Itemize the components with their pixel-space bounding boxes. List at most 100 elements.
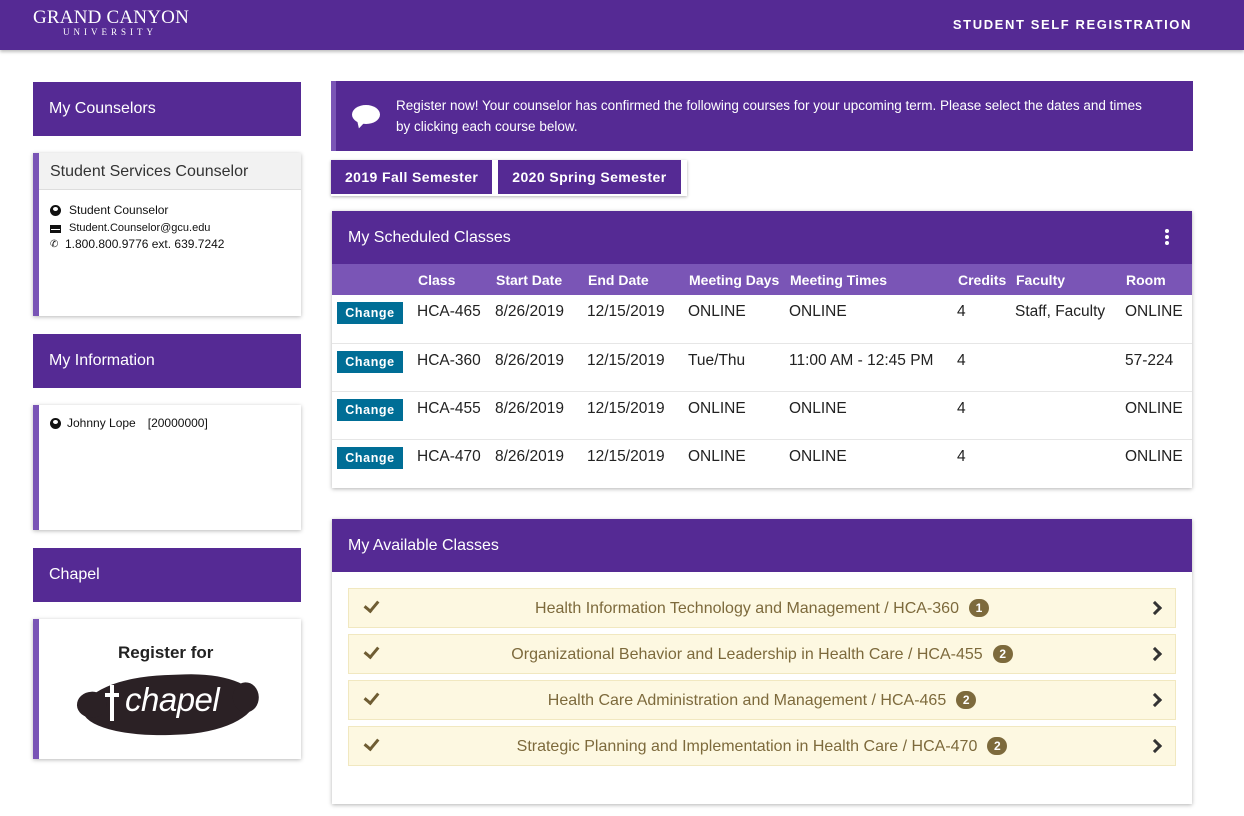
- scheduled-classes-table: Class Start Date End Date Meeting Days M…: [332, 264, 1192, 487]
- column-header: Faculty: [1016, 271, 1066, 288]
- gcu-logo[interactable]: GRAND CANYON UNIVERSITY: [33, 8, 193, 37]
- start-date-cell: 8/26/2019: [495, 447, 564, 465]
- meeting-times-cell: 11:00 AM - 12:45 PM: [789, 343, 957, 392]
- envelope-icon: [50, 224, 61, 233]
- information-card: Johnny Lope [20000000]: [33, 405, 301, 530]
- counselor-card-title: Student Services Counselor: [39, 153, 301, 190]
- meeting-days-cell: ONLINE: [688, 391, 789, 440]
- scheduled-classes-title: My Scheduled Classes: [348, 229, 511, 246]
- chapel-card[interactable]: Register for chapel: [33, 619, 301, 759]
- meeting-days-cell: Tue/Thu: [688, 343, 789, 392]
- user-icon: [50, 417, 61, 429]
- page-title: STUDENT SELF REGISTRATION: [952, 17, 1192, 32]
- faculty-cell: [1015, 391, 1125, 440]
- change-button[interactable]: Change: [337, 350, 403, 373]
- class-cell: HCA-360: [417, 343, 495, 392]
- faculty-cell: [1015, 343, 1125, 392]
- logo-sub-text: UNIVERSITY: [63, 27, 157, 37]
- available-class-title: Health Care Administration and Managemen…: [547, 692, 947, 709]
- registration-notice: Register now! Your counselor has confirm…: [331, 81, 1193, 151]
- chapel-heading: Chapel: [33, 548, 301, 602]
- phone-icon: ✆: [50, 238, 59, 250]
- credits-cell: 4: [957, 295, 1015, 344]
- start-date-cell: 8/26/2019: [495, 343, 587, 392]
- credits-cell: 4: [957, 391, 1015, 440]
- meeting-times-cell: ONLINE: [789, 447, 847, 465]
- available-classes-panel: My Available Classes Health Information …: [332, 519, 1192, 804]
- end-date-cell: 12/15/2019: [587, 447, 665, 465]
- counselor-phone-line: ✆ 1.800.800.9776 ext. 639.7242: [39, 237, 301, 251]
- chapel-logo-word: chapel: [125, 681, 220, 718]
- my-counselors-heading: My Counselors: [33, 82, 301, 136]
- available-class-title-wrap: Health Information Technology and Manage…: [349, 589, 1175, 629]
- available-class-title: Health Information Technology and Manage…: [535, 600, 959, 617]
- counselor-name: Student Counselor: [69, 203, 169, 217]
- counselor-name-line: Student Counselor: [39, 203, 301, 217]
- available-class-title-wrap: Strategic Planning and Implementation in…: [349, 727, 1175, 767]
- available-classes-heading: My Available Classes: [332, 519, 1192, 572]
- room-cell: ONLINE: [1125, 295, 1192, 344]
- faculty-cell: [1015, 439, 1125, 487]
- table-row: Change HCA-455 8/26/2019 12/15/2019 ONLI…: [332, 391, 1192, 440]
- room-cell: 57-224: [1125, 343, 1192, 392]
- section-count-badge: 1: [968, 598, 989, 617]
- start-date-cell: 8/26/2019: [495, 391, 587, 440]
- available-class-title: Strategic Planning and Implementation in…: [516, 738, 978, 755]
- student-name: Johnny Lope: [67, 416, 136, 430]
- start-date-cell: 8/26/2019: [495, 295, 587, 344]
- column-header: End Date: [588, 271, 649, 288]
- user-icon: [50, 204, 61, 216]
- table-row: Change HCA-360 8/26/2019 12/15/2019 Tue/…: [332, 343, 1192, 392]
- class-cell: HCA-455: [417, 391, 495, 440]
- counselor-phone: 1.800.800.9776 ext. 639.7242: [65, 237, 225, 251]
- student-id: [20000000]: [147, 416, 208, 430]
- class-cell: HCA-470: [417, 447, 481, 465]
- table-header-row: Class Start Date End Date Meeting Days M…: [332, 264, 1192, 295]
- change-button[interactable]: Change: [337, 446, 403, 469]
- change-button[interactable]: Change: [337, 302, 403, 324]
- available-class-title: Organizational Behavior and Leadership i…: [511, 646, 983, 663]
- tab-2020-spring[interactable]: 2020 Spring Semester: [498, 160, 681, 194]
- room-cell: ONLINE: [1125, 391, 1192, 440]
- column-header: Meeting Times: [790, 271, 887, 288]
- comment-icon: [350, 103, 384, 130]
- student-line: Johnny Lope [20000000]: [39, 416, 301, 430]
- table-row: Change HCA-470 8/26/2019 12/15/2019 ONLI…: [332, 439, 1192, 487]
- column-header: Class: [418, 271, 456, 288]
- faculty-cell: Staff, Faculty: [1015, 295, 1125, 344]
- semester-tabs: 2019 Fall Semester 2020 Spring Semester: [331, 160, 687, 196]
- available-class-item[interactable]: Health Information Technology and Manage…: [348, 588, 1176, 628]
- meeting-times-cell: ONLINE: [789, 295, 957, 344]
- tab-2019-fall[interactable]: 2019 Fall Semester: [331, 160, 493, 194]
- credits-cell: 4: [957, 343, 1015, 392]
- meeting-times-cell: ONLINE: [789, 391, 957, 440]
- available-class-item[interactable]: Health Care Administration and Managemen…: [348, 680, 1176, 720]
- room-cell: ONLINE: [1125, 447, 1183, 465]
- credits-cell: 4: [957, 447, 966, 465]
- available-class-item[interactable]: Strategic Planning and Implementation in…: [348, 726, 1176, 766]
- column-header: Meeting Days: [689, 271, 780, 288]
- column-header: Room: [1126, 271, 1166, 288]
- end-date-cell: 12/15/2019: [587, 343, 688, 392]
- change-button[interactable]: Change: [337, 398, 403, 421]
- available-classes-list: Health Information Technology and Manage…: [332, 572, 1192, 766]
- my-information-heading: My Information: [33, 334, 301, 388]
- counselor-email-line: Student.Counselor@gcu.edu: [39, 222, 301, 234]
- logo-main-text: GRAND CANYON: [33, 7, 189, 28]
- notice-text: Register now! Your counselor has confirm…: [396, 98, 1142, 134]
- more-options-icon[interactable]: [1165, 229, 1169, 245]
- table-row: Change HCA-465 8/26/2019 12/15/2019 ONLI…: [332, 295, 1192, 344]
- available-class-title-wrap: Health Care Administration and Managemen…: [349, 681, 1175, 721]
- end-date-cell: 12/15/2019: [587, 295, 688, 344]
- available-class-item[interactable]: Organizational Behavior and Leadership i…: [348, 634, 1176, 674]
- section-count-badge: 2: [987, 736, 1008, 755]
- scheduled-classes-heading: My Scheduled Classes: [332, 211, 1192, 264]
- scheduled-classes-panel: My Scheduled Classes Class Start Date En…: [332, 211, 1192, 488]
- section-count-badge: 2: [992, 644, 1013, 663]
- counselor-email[interactable]: Student.Counselor@gcu.edu: [69, 222, 210, 234]
- meeting-days-cell: ONLINE: [688, 447, 746, 465]
- counselor-card: Student Services Counselor Student Couns…: [33, 153, 301, 316]
- end-date-cell: 12/15/2019: [587, 391, 688, 440]
- section-count-badge: 2: [956, 690, 977, 709]
- column-header: Start Date: [496, 271, 563, 288]
